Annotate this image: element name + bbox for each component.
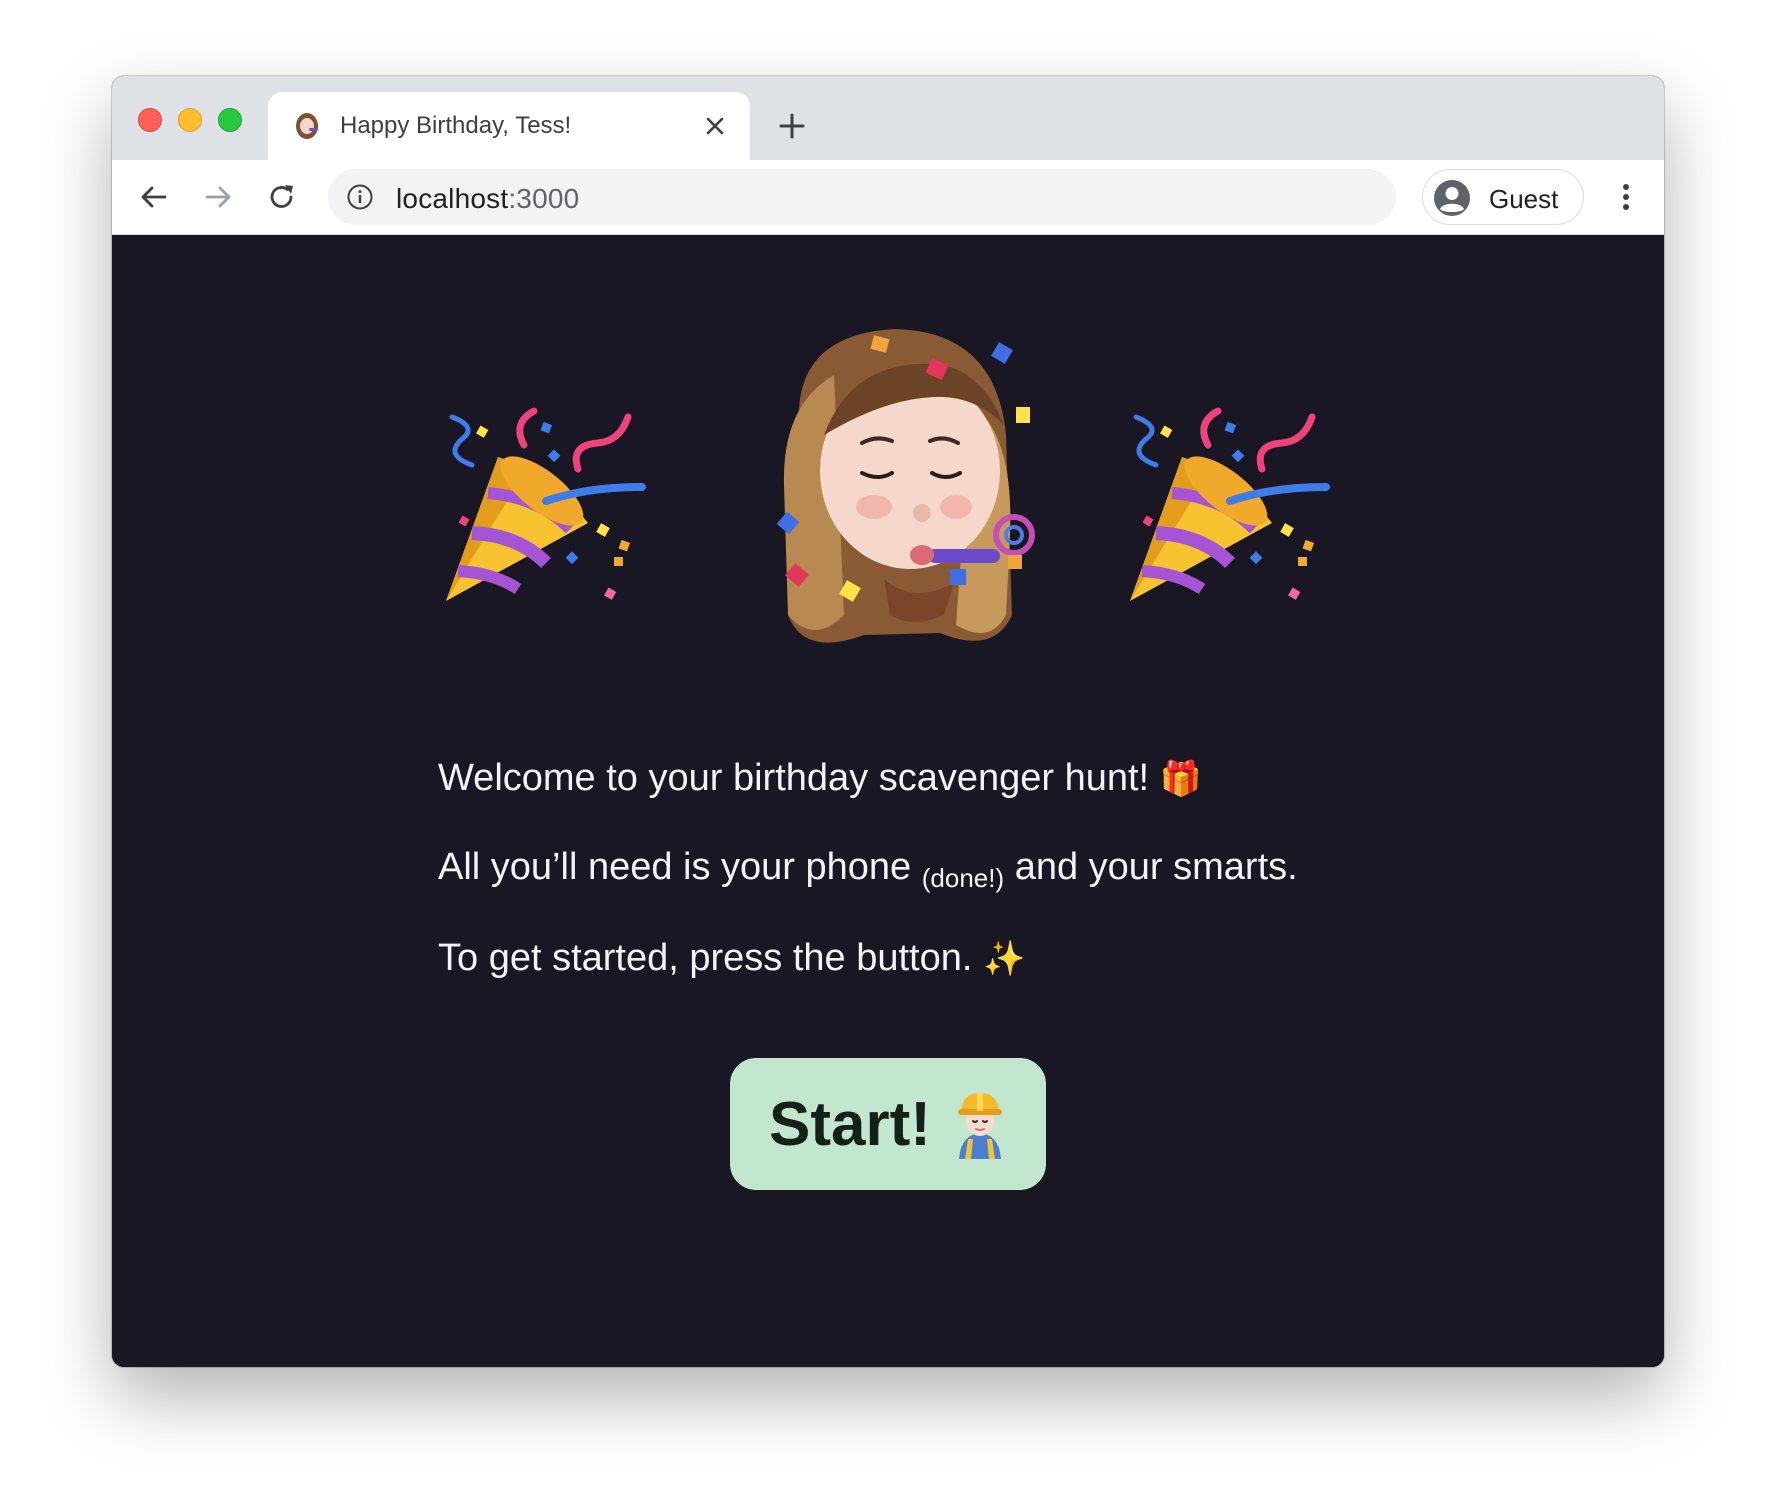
arrow-right-icon (205, 186, 231, 208)
reload-icon (270, 185, 293, 208)
hero-images (112, 235, 1664, 695)
url-port: :3000 (508, 183, 580, 214)
close-icon[interactable] (700, 111, 730, 141)
browser-toolbar: localhost:3000 Guest (112, 160, 1664, 235)
start-button-label: Start! (769, 1089, 931, 1159)
start-button[interactable]: Start! (730, 1058, 1046, 1190)
url-host: localhost (396, 183, 509, 214)
info-icon[interactable] (346, 183, 374, 211)
memoji-favicon-icon (296, 113, 318, 139)
requirements-line: All you’ll need is your phone (done!) an… (438, 844, 1398, 893)
plus-icon[interactable] (772, 106, 812, 146)
reload-button[interactable] (262, 177, 302, 217)
requirements-text-before: All you’ll need is your phone (438, 846, 912, 888)
instruction-line: To get started, press the button. ✨ (438, 935, 1398, 982)
tab-strip: Happy Birthday, Tess! (112, 76, 1664, 160)
intro-copy: Welcome to your birthday scavenger hunt!… (438, 755, 1398, 1024)
person-circle-icon (1434, 180, 1470, 216)
more-vertical-icon[interactable] (1608, 179, 1644, 215)
welcome-line: Welcome to your birthday scavenger hunt!… (438, 755, 1398, 802)
close-window-button[interactable] (138, 108, 162, 132)
welcome-text: Welcome to your birthday scavenger hunt! (438, 757, 1150, 799)
party-popper-icon (446, 407, 646, 601)
requirements-text-after: and your smarts. (1014, 846, 1298, 888)
url-text[interactable]: localhost:3000 (396, 183, 579, 215)
gift-icon: 🎁 (1159, 760, 1203, 798)
back-button[interactable] (134, 177, 174, 217)
instruction-text: To get started, press the button. (438, 937, 973, 979)
browser-window: Happy Birthday, Tess! localhost:3000 Gue… (112, 76, 1664, 1367)
arrow-left-icon (141, 186, 167, 208)
memoji-party-icon (776, 329, 1035, 643)
requirements-aside: (done!) (921, 863, 1005, 893)
page-content: Welcome to your birthday scavenger hunt!… (112, 235, 1664, 1367)
construction-worker-icon (957, 1093, 1002, 1159)
tab-title: Happy Birthday, Tess! (340, 112, 572, 139)
profile-button[interactable]: Guest (1422, 169, 1584, 225)
party-popper-icon (1130, 407, 1330, 601)
zoom-window-button[interactable] (218, 108, 242, 132)
forward-button[interactable] (198, 177, 238, 217)
profile-label: Guest (1489, 184, 1559, 214)
minimize-window-button[interactable] (178, 108, 202, 132)
address-bar[interactable]: localhost:3000 (328, 169, 1396, 225)
sparkles-icon: ✨ (983, 940, 1026, 978)
tab-happy-birthday[interactable]: Happy Birthday, Tess! (268, 92, 750, 160)
